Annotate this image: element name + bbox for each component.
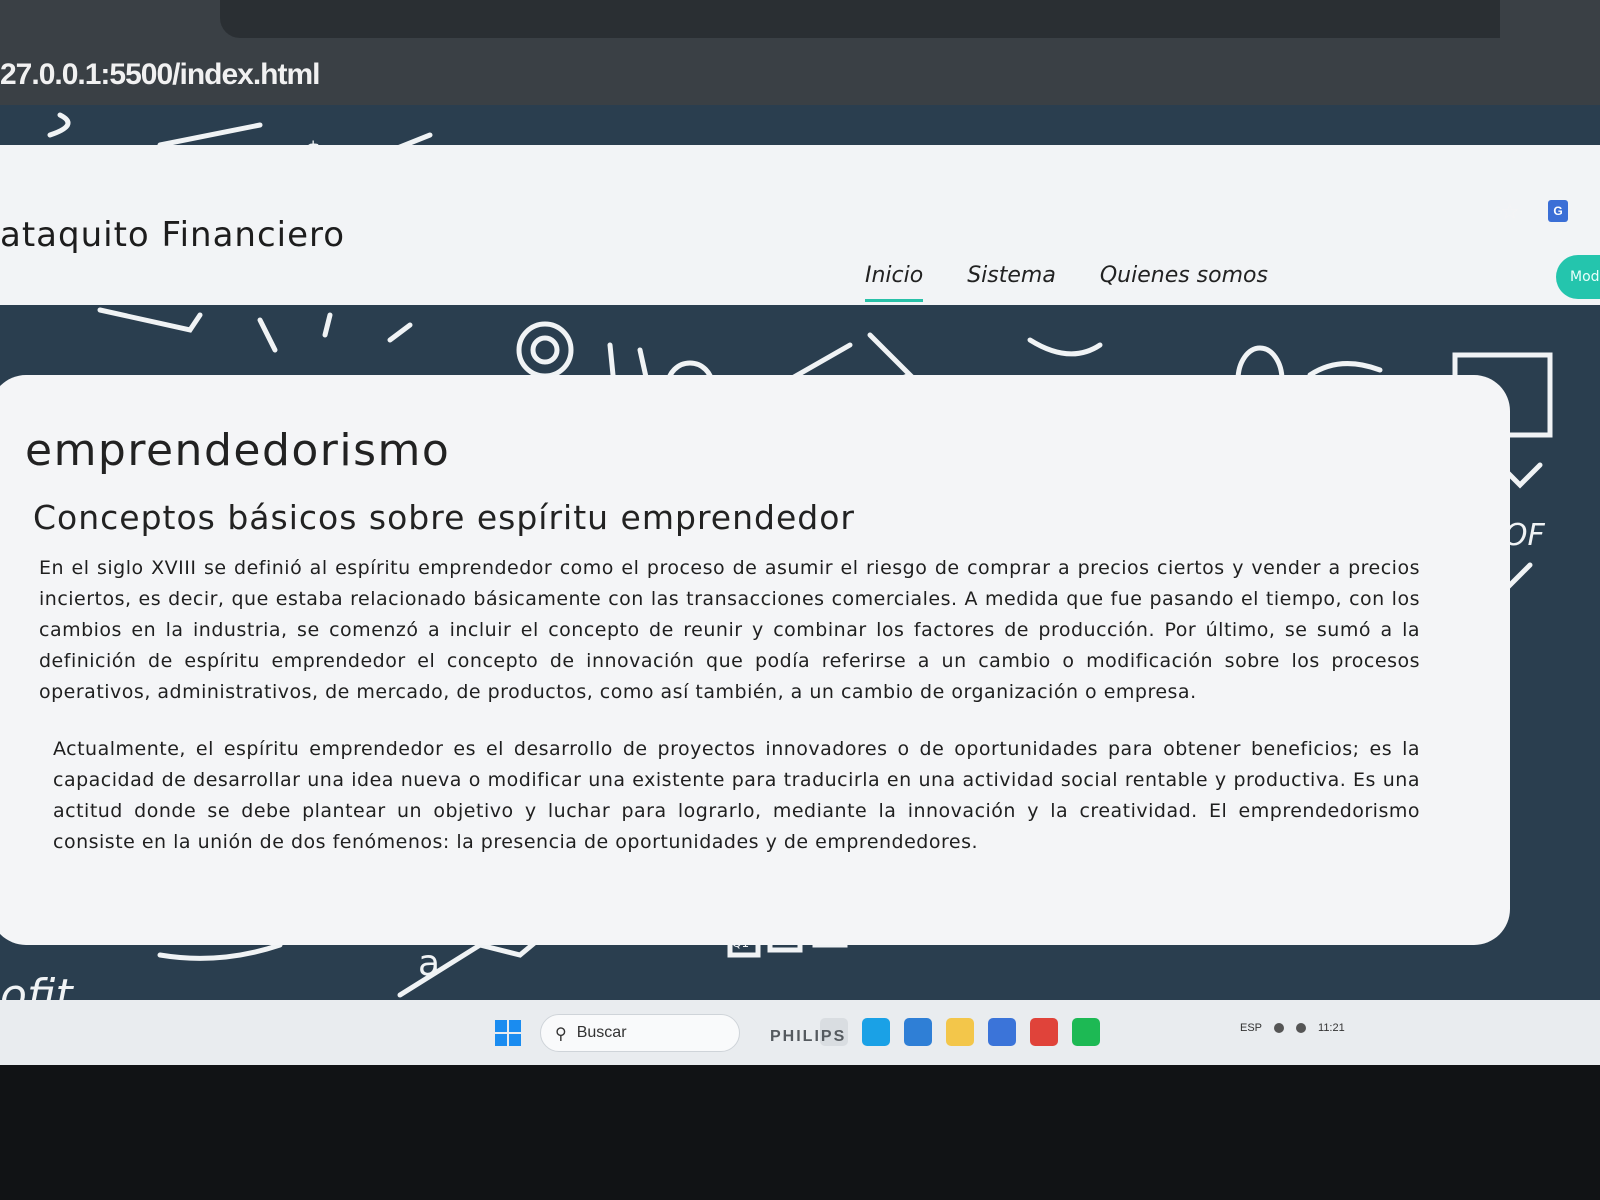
nav-inicio[interactable]: Inicio bbox=[865, 263, 924, 302]
url-text[interactable]: 27.0.0.1:5500/index.html bbox=[0, 58, 321, 92]
web-page: $ PROF business a Q1 Q2 Q3 ofit ataquito… bbox=[0, 105, 1600, 1065]
system-tray: ESP 11:21 bbox=[1240, 1022, 1345, 1034]
main-nav: Inicio Sistema Quienes somos bbox=[865, 263, 1268, 302]
nav-sistema[interactable]: Sistema bbox=[967, 263, 1056, 302]
section-subheading: Conceptos básicos sobre espíritu emprend… bbox=[33, 498, 855, 537]
tab-strip[interactable] bbox=[220, 0, 1500, 38]
nav-quienes-somos[interactable]: Quienes somos bbox=[1100, 263, 1268, 302]
content-card: emprendedorismo Conceptos básicos sobre … bbox=[0, 375, 1510, 945]
search-label: Buscar bbox=[576, 1024, 627, 1041]
spotify-icon[interactable] bbox=[1072, 1018, 1100, 1046]
address-bar[interactable]: 27.0.0.1:5500/index.html bbox=[0, 45, 1600, 105]
edge-icon[interactable] bbox=[862, 1018, 890, 1046]
monitor-brand: PHILIPS bbox=[770, 1028, 847, 1045]
search-icon: ⚲ bbox=[555, 1023, 567, 1043]
language-indicator[interactable]: ESP bbox=[1240, 1022, 1262, 1034]
site-header: ataquito Financiero Inicio Sistema Quien… bbox=[0, 145, 1600, 305]
store-icon[interactable] bbox=[988, 1018, 1016, 1046]
site-title[interactable]: ataquito Financiero bbox=[0, 215, 345, 255]
paragraph-current: Actualmente, el espíritu emprendedor es … bbox=[53, 738, 1420, 853]
bookmark-star-icon[interactable]: ☆ bbox=[1500, 200, 1520, 225]
monitor-bezel bbox=[0, 1065, 1600, 1200]
browser-chrome: 27.0.0.1:5500/index.html bbox=[0, 0, 1600, 115]
windows-start-icon[interactable] bbox=[495, 1020, 521, 1046]
file-explorer-icon[interactable] bbox=[946, 1018, 974, 1046]
volume-icon[interactable] bbox=[1296, 1023, 1307, 1033]
chrome-icon[interactable] bbox=[1030, 1018, 1058, 1046]
vscode-icon[interactable] bbox=[904, 1018, 932, 1046]
taskbar-apps bbox=[820, 1018, 1100, 1046]
wifi-icon[interactable] bbox=[1274, 1023, 1285, 1033]
paragraph-history: En el siglo XVIII se definió al espíritu… bbox=[39, 557, 1420, 703]
mode-toggle-button[interactable]: Mod bbox=[1556, 255, 1600, 299]
page-heading: emprendedorismo bbox=[25, 425, 451, 476]
doodle-letter-a: a bbox=[418, 943, 440, 984]
translate-icon[interactable]: G bbox=[1548, 200, 1568, 222]
clock[interactable]: 11:21 bbox=[1318, 1022, 1345, 1034]
taskbar-search[interactable]: ⚲ Buscar bbox=[540, 1014, 740, 1052]
